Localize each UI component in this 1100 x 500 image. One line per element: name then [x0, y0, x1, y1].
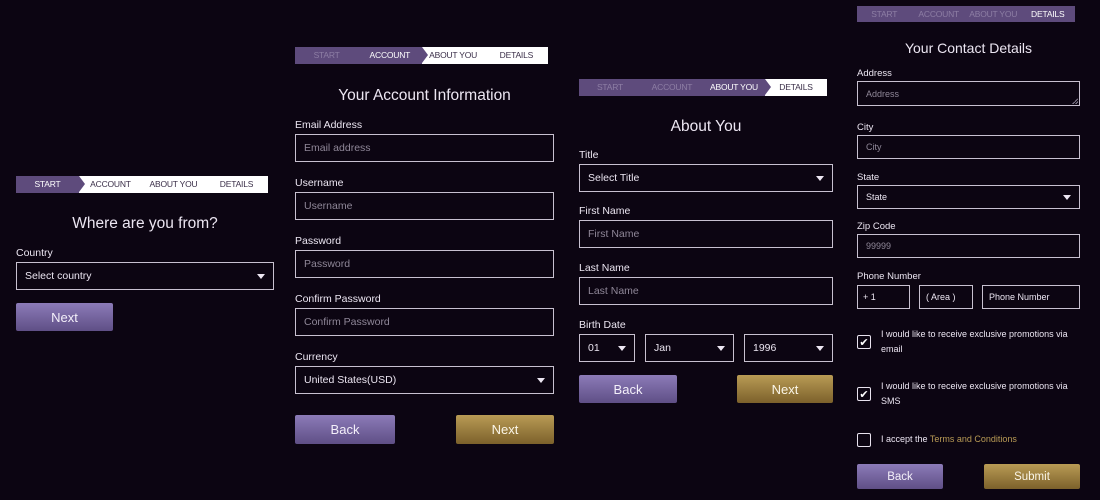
- promo-sms-checkbox[interactable]: ✔: [857, 387, 871, 401]
- check-icon: ✔: [859, 388, 869, 401]
- back-button[interactable]: Back: [295, 415, 395, 444]
- chevron-down-icon: [717, 345, 725, 351]
- title-select-value: Select Title: [588, 172, 640, 184]
- next-button[interactable]: Next: [737, 375, 833, 403]
- email-field[interactable]: Email address: [295, 134, 554, 162]
- confirm-password-label: Confirm Password: [295, 293, 381, 305]
- title-select[interactable]: Select Title: [579, 164, 833, 192]
- username-label: Username: [295, 177, 344, 189]
- step-about-you: ABOUT YOU: [429, 50, 478, 60]
- step-about-you: ABOUT YOU: [966, 6, 1021, 22]
- chevron-down-icon: [1063, 194, 1071, 200]
- step-details: DETAILS: [1020, 6, 1075, 22]
- step-account: ACCOUNT: [911, 6, 966, 22]
- terms-link[interactable]: Terms and Conditions: [930, 434, 1017, 444]
- birth-day-value: 01: [588, 342, 600, 354]
- first-name-label: First Name: [579, 205, 631, 217]
- submit-button[interactable]: Submit: [984, 464, 1080, 489]
- stepper-panel1: START ACCOUNT ABOUT YOU DETAILS: [16, 176, 268, 193]
- username-field[interactable]: Username: [295, 192, 554, 220]
- page-title: Where are you from?: [72, 215, 218, 232]
- currency-select[interactable]: United States(USD): [295, 366, 554, 394]
- address-field[interactable]: Address: [857, 81, 1080, 106]
- resize-handle[interactable]: [1072, 98, 1078, 104]
- step-about-you: ABOUT YOU: [149, 179, 198, 189]
- step-account: ACCOUNT: [90, 179, 131, 189]
- chevron-down-icon: [537, 377, 545, 383]
- phone-number-field[interactable]: Phone Number: [982, 285, 1080, 309]
- address-placeholder: Address: [866, 88, 900, 99]
- city-field[interactable]: City: [857, 135, 1080, 159]
- birth-month-select[interactable]: Jan: [645, 334, 734, 362]
- chevron-down-icon: [257, 273, 265, 279]
- step-start: START: [16, 176, 85, 193]
- city-label: City: [857, 122, 874, 133]
- chevron-down-icon: [618, 345, 626, 351]
- state-select[interactable]: State: [857, 185, 1080, 209]
- promo-email-checkbox[interactable]: ✔: [857, 335, 871, 349]
- check-icon: ✔: [859, 336, 869, 349]
- state-select-value: State: [866, 192, 888, 202]
- address-label: Address: [857, 68, 892, 79]
- step-account: ACCOUNT: [358, 47, 428, 64]
- step-details: DETAILS: [779, 82, 813, 92]
- country-select[interactable]: Select country: [16, 262, 274, 290]
- password-field[interactable]: Password: [295, 250, 554, 278]
- last-name-field[interactable]: Last Name: [579, 277, 833, 305]
- country-code-field[interactable]: + 1: [857, 285, 910, 309]
- birth-day-select[interactable]: 01: [579, 334, 635, 362]
- area-code-field[interactable]: ( Area ): [919, 285, 973, 309]
- step-start: START: [857, 6, 912, 22]
- promo-email-label: I would like to receive exclusive promot…: [881, 329, 1068, 354]
- currency-select-value: United States(USD): [304, 374, 397, 386]
- step-details: DETAILS: [219, 179, 254, 189]
- page-title: Your Contact Details: [904, 40, 1033, 56]
- terms-checkbox[interactable]: [857, 433, 871, 447]
- terms-label: I accept the Terms and Conditions: [881, 432, 1080, 447]
- terms-prefix: I accept the: [881, 434, 930, 444]
- step-about-you: ABOUT YOU: [703, 79, 771, 96]
- currency-label: Currency: [295, 351, 338, 363]
- country-label: Country: [16, 247, 53, 259]
- next-button[interactable]: Next: [16, 303, 113, 331]
- stepper-panel2: START ACCOUNT ABOUT YOU DETAILS: [295, 47, 548, 64]
- confirm-password-field[interactable]: Confirm Password: [295, 308, 554, 336]
- promo-sms-label: I would like to receive exclusive promot…: [881, 381, 1068, 406]
- step-start: START: [579, 79, 641, 96]
- first-name-field[interactable]: First Name: [579, 220, 833, 248]
- page-title: Your Account Information: [338, 87, 511, 104]
- next-button[interactable]: Next: [456, 415, 554, 444]
- email-label: Email Address: [295, 119, 363, 131]
- page-title: About You: [670, 118, 742, 135]
- back-button[interactable]: Back: [857, 464, 943, 489]
- birth-date-label: Birth Date: [579, 319, 626, 331]
- zip-code-field[interactable]: 99999: [857, 234, 1080, 258]
- phone-number-label: Phone Number: [857, 271, 921, 282]
- step-account: ACCOUNT: [641, 79, 703, 96]
- birth-month-value: Jan: [654, 342, 671, 354]
- password-label: Password: [295, 235, 342, 247]
- chevron-down-icon: [816, 175, 824, 181]
- step-start: START: [295, 47, 359, 64]
- stepper-panel4: START ACCOUNT ABOUT YOU DETAILS: [857, 6, 1075, 22]
- step-details: DETAILS: [499, 50, 534, 60]
- birth-year-select[interactable]: 1996: [744, 334, 833, 362]
- country-select-value: Select country: [25, 270, 92, 282]
- last-name-label: Last Name: [579, 262, 630, 274]
- chevron-down-icon: [816, 345, 824, 351]
- state-label: State: [857, 172, 880, 183]
- back-button[interactable]: Back: [579, 375, 677, 403]
- zip-code-label: Zip Code: [857, 221, 896, 232]
- birth-year-value: 1996: [753, 342, 777, 354]
- title-label: Title: [579, 149, 599, 161]
- stepper-panel3: START ACCOUNT ABOUT YOU DETAILS: [579, 79, 827, 96]
